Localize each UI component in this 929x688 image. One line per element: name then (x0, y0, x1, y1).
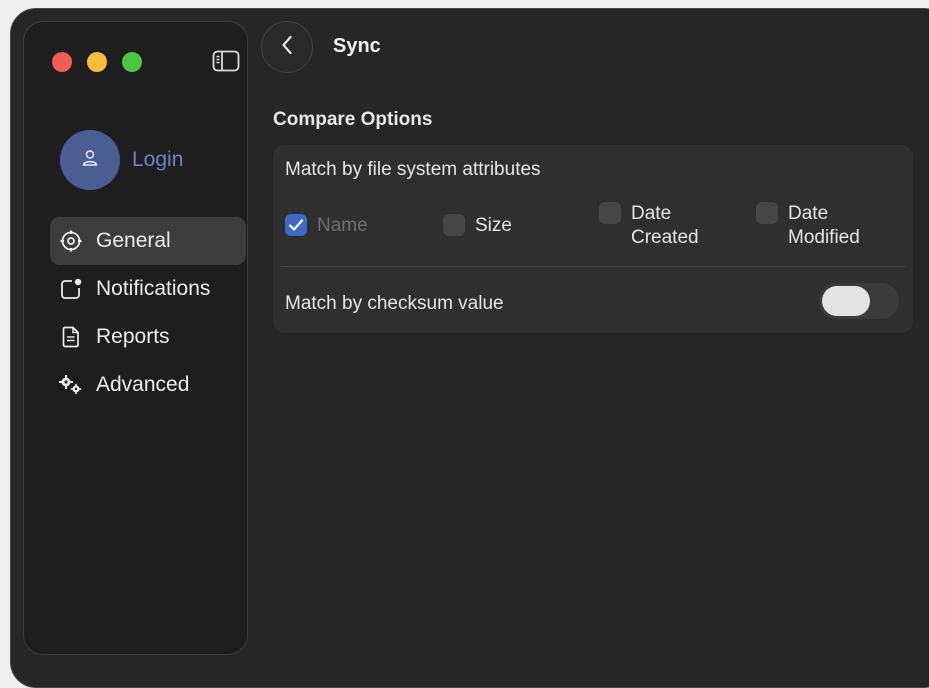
name-checkbox-label: Name (317, 215, 368, 236)
sidebar-item-general[interactable]: General (50, 217, 246, 265)
back-button[interactable] (261, 21, 313, 73)
sidebar-item-label: Advanced (96, 373, 190, 396)
page-title: Sync (333, 35, 381, 57)
sidebar: Login General Notifications Reports Adva… (23, 21, 248, 655)
person-icon (80, 148, 100, 173)
sidebar-nav: General Notifications Reports Advanced (50, 217, 246, 409)
minimize-window-button[interactable] (87, 52, 107, 72)
sidebar-toggle-icon[interactable] (212, 50, 240, 72)
gears-icon (58, 372, 84, 398)
name-checkbox[interactable]: Name (285, 214, 368, 238)
date-created-checkbox-label: Date Created (631, 203, 699, 248)
date-modified-checkbox[interactable]: Date Modified (756, 202, 860, 250)
sidebar-item-label: Reports (96, 325, 170, 348)
compare-options-card: Match by file system attributes Name Siz… (273, 145, 913, 333)
size-checkbox-label: Size (475, 215, 512, 236)
close-window-button[interactable] (52, 52, 72, 72)
document-icon (58, 324, 84, 350)
attributes-label: Match by file system attributes (285, 159, 541, 180)
app-window: Login General Notifications Reports Adva… (10, 8, 929, 688)
sidebar-item-advanced[interactable]: Advanced (50, 361, 246, 409)
toggle-knob (822, 286, 870, 316)
divider (281, 266, 905, 267)
notification-icon (58, 276, 84, 302)
date-modified-checkbox-label: Date Modified (788, 203, 860, 248)
maximize-window-button[interactable] (122, 52, 142, 72)
chevron-left-icon (280, 34, 294, 61)
section-title: Compare Options (273, 109, 433, 130)
sidebar-item-reports[interactable]: Reports (50, 313, 246, 361)
size-checkbox[interactable]: Size (443, 214, 512, 238)
checkmark-icon (285, 214, 307, 236)
sidebar-item-label: General (96, 229, 171, 252)
gear-icon (58, 228, 84, 254)
sidebar-item-notifications[interactable]: Notifications (50, 265, 246, 313)
date-created-checkbox[interactable]: Date Created (599, 202, 699, 250)
checksum-label: Match by checksum value (285, 293, 504, 314)
checksum-toggle[interactable] (819, 283, 899, 319)
avatar[interactable] (60, 130, 120, 190)
sidebar-item-label: Notifications (96, 277, 211, 300)
login-link[interactable]: Login (132, 148, 183, 172)
